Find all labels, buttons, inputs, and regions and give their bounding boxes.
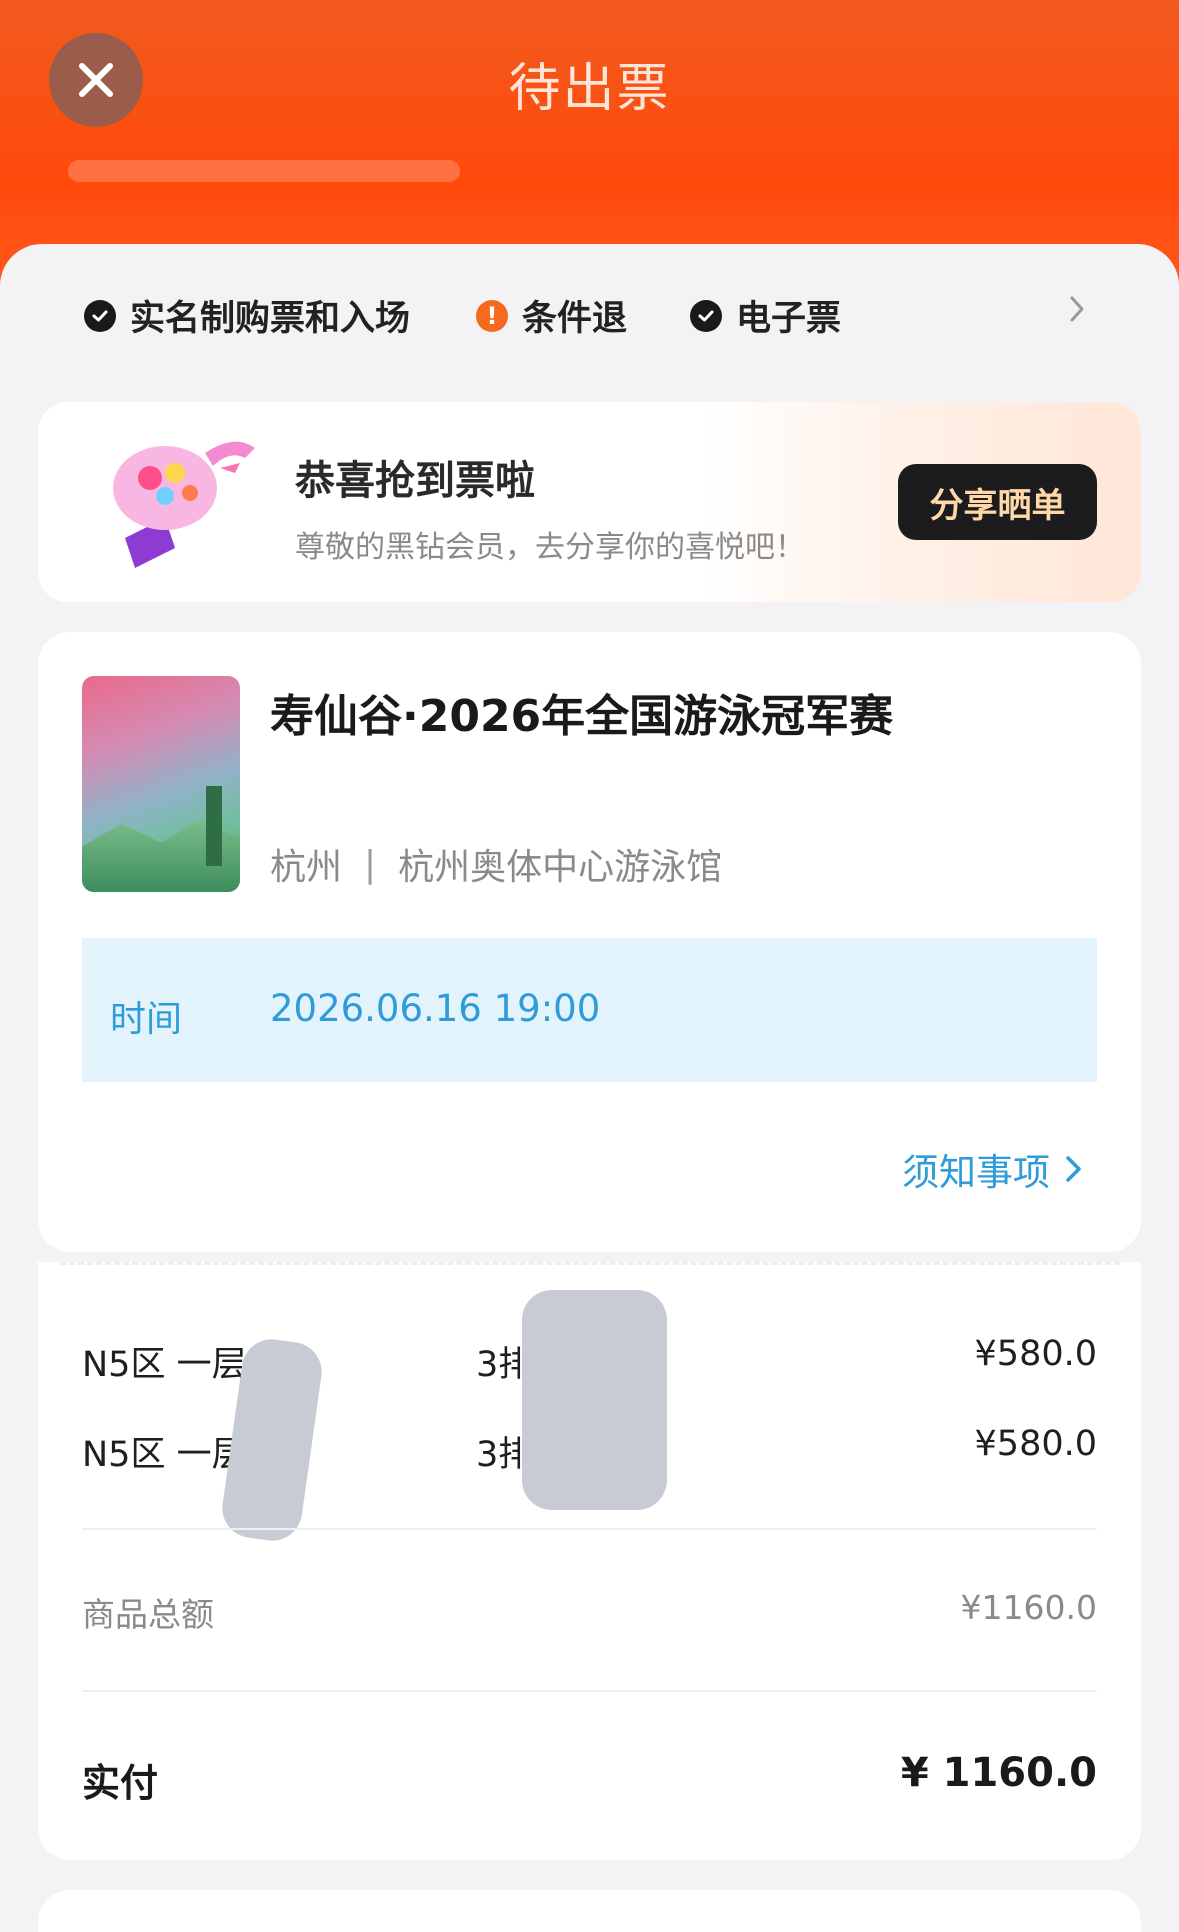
tag-e-ticket: 电子票 [690,290,841,341]
divider [82,1690,1097,1692]
location-separator: | [364,843,377,885]
event-poster[interactable] [82,676,240,892]
subtotal-value: ¥1160.0 [960,1588,1097,1627]
ticket-area: N5区 一层 [82,1435,247,1475]
subtotal-label: 商品总额 [82,1595,214,1634]
ticket-area: N5区 一层 [82,1345,247,1385]
paid-label: 实付 [82,1761,159,1805]
tag-label: 条件退 [522,299,628,339]
event-venue: 杭州奥体中心游泳馆 [398,847,723,888]
time-value: 2026.06.16 19:00 [270,987,601,1030]
event-location: 杭州 | 杭州奥体中心游泳馆 [270,838,722,890]
next-card [38,1890,1141,1932]
page-title: 待出票 [508,59,671,119]
promo-subtitle: 尊敬的黑钻会员，去分享你的喜悦吧！ [295,530,805,565]
tag-conditional-refund: ! 条件退 [476,290,627,341]
event-name[interactable]: 寿仙谷·2026年全国游泳冠军赛 [270,680,893,744]
redaction-mark [522,1290,667,1510]
chevron-right-icon [1066,1156,1081,1182]
notice-link[interactable]: 须知事项 [902,1142,1084,1196]
tag-label: 电子票 [736,299,842,339]
celebration-torch-icon [113,441,255,568]
chevron-right-icon[interactable] [1062,292,1092,326]
header-decoration [68,160,460,182]
time-label: 时间 [110,999,183,1040]
tag-label: 实名制购票和入场 [130,299,411,339]
poster-pagoda [206,786,222,866]
ticket-price: ¥580.0 [974,1334,1097,1374]
check-circle-icon [690,299,722,332]
notice-link-label: 须知事项 [902,1151,1050,1194]
warning-circle-icon: ! [476,299,508,332]
share-order-button[interactable]: 分享晒单 [898,464,1097,540]
divider [82,1528,1097,1530]
event-city: 杭州 [270,847,343,888]
paid-value: ¥ 1160.0 [900,1750,1097,1796]
perforation-divider [60,1262,1120,1265]
check-circle-icon [84,299,116,332]
tag-real-name: 实名制购票和入场 [84,290,410,341]
ticket-price: ¥580.0 [974,1424,1097,1464]
promo-title: 恭喜抢到票啦 [295,458,535,504]
